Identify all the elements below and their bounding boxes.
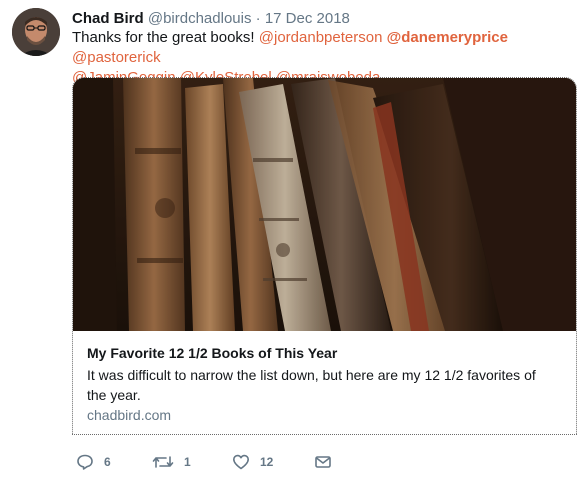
retweet-count: 1 [184, 455, 191, 469]
like-button[interactable]: 12 [232, 452, 273, 472]
author-name[interactable]: Chad Bird [72, 10, 144, 27]
retweet-icon [152, 456, 174, 468]
avatar[interactable] [12, 8, 60, 56]
header-separator: · [255, 10, 261, 27]
tweet-header: Chad Bird @birdchadlouis · 17 Dec 2018 [72, 9, 350, 29]
card-domain: chadbird.com [87, 407, 172, 423]
mention-link[interactable]: @jordanbpeterson [259, 29, 383, 46]
card-title: My Favorite 12 1/2 Books of This Year [87, 345, 338, 361]
author-handle[interactable]: @birdchadlouis [148, 10, 252, 27]
retweet-button[interactable]: 1 [152, 452, 191, 472]
tweet-text-prefix: Thanks for the great books! [72, 29, 259, 46]
link-card[interactable]: My Favorite 12 1/2 Books of This Year It… [72, 77, 577, 435]
mention-link[interactable]: @danemeryprice [387, 29, 508, 46]
reply-icon [77, 454, 93, 470]
direct-message-button[interactable] [314, 452, 332, 472]
card-body[interactable]: My Favorite 12 1/2 Books of This Year It… [73, 331, 576, 434]
tweet: Chad Bird @birdchadlouis · 17 Dec 2018 T… [0, 0, 588, 480]
card-image[interactable] [73, 78, 576, 331]
card-description: It was difficult to narrow the list down… [87, 367, 536, 403]
envelope-icon [315, 456, 331, 468]
mention-link[interactable]: @pastorerick [72, 49, 161, 66]
like-count: 12 [260, 455, 274, 469]
tweet-date[interactable]: 17 Dec 2018 [265, 10, 350, 27]
heart-icon [233, 454, 249, 470]
reply-button[interactable]: 6 [76, 452, 111, 472]
reply-count: 6 [104, 455, 111, 469]
